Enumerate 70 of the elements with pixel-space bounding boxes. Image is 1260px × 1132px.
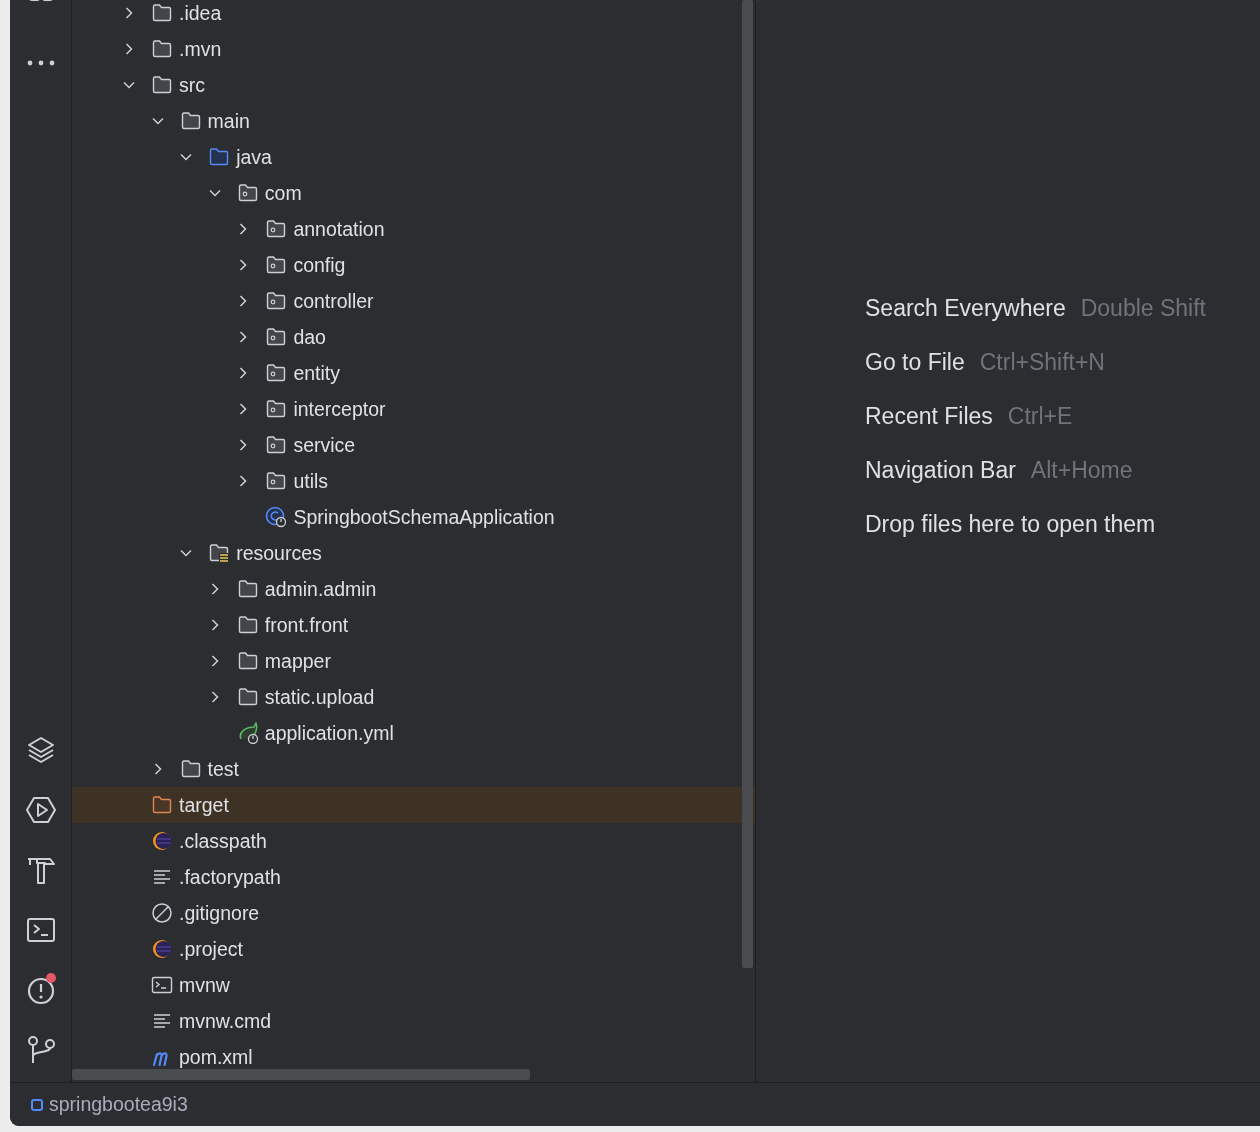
hint-text: Go to File — [865, 348, 965, 376]
tree-item-label[interactable]: .idea — [179, 1, 222, 25]
hint-text: Recent Files — [865, 402, 993, 430]
folder-icon — [151, 38, 173, 60]
tree-item-label[interactable]: annotation — [293, 217, 385, 241]
tree-item-label[interactable]: resources — [236, 541, 322, 565]
package-icon — [265, 434, 288, 456]
hint-text: Navigation Bar — [865, 456, 1016, 484]
tree-item-label[interactable]: entity — [293, 361, 340, 385]
folder-icon — [236, 650, 259, 672]
package-icon — [265, 362, 288, 384]
hint-text: Drop files here to open them — [865, 510, 1156, 538]
tree-item-label[interactable]: config — [293, 253, 346, 277]
tree-item-label[interactable]: .factorypath — [179, 865, 281, 889]
tree-item-label[interactable]: src — [179, 73, 205, 97]
shortcut-text: Double Shift — [1080, 294, 1206, 322]
tree-item-label[interactable]: .gitignore — [179, 901, 260, 925]
folder-icon — [236, 578, 259, 600]
tree-item-label[interactable]: .classpath — [179, 829, 267, 853]
tree-item-label[interactable]: static.upload — [264, 685, 375, 709]
shortcut-text: Ctrl+E — [1007, 402, 1073, 430]
folder-icon — [236, 686, 259, 708]
folder-icon — [208, 146, 231, 168]
hint-text: Search Everywhere — [865, 294, 1066, 322]
eclipse-icon — [151, 938, 173, 960]
tree-item-label[interactable]: application.yml — [264, 721, 394, 745]
tree-item-label[interactable]: mapper — [264, 649, 331, 673]
tree-item-label[interactable]: SpringbootSchemaApplication — [293, 505, 555, 529]
tree-item-label[interactable]: mvnw.cmd — [179, 1009, 272, 1033]
project-name[interactable]: springbootea9i3 — [49, 1093, 188, 1116]
folder-icon — [151, 794, 173, 816]
package-icon — [265, 398, 288, 420]
folder-icon — [179, 110, 202, 132]
eclipse-icon — [151, 830, 173, 852]
tree-item-label[interactable]: test — [207, 757, 240, 781]
tree-item-label[interactable]: mvnw — [179, 973, 230, 997]
scrollbar[interactable] — [72, 1069, 530, 1080]
shortcut-text: Alt+Home — [1030, 456, 1133, 484]
folder-icon — [236, 614, 259, 636]
tree-item-label[interactable]: .mvn — [179, 37, 222, 61]
terminal-file-icon — [151, 974, 173, 996]
tree-item-label[interactable]: java — [236, 145, 272, 169]
tree-item-label[interactable]: controller — [293, 289, 374, 313]
tree-item-label[interactable]: dao — [293, 325, 326, 349]
tree-item-label[interactable]: interceptor — [293, 397, 386, 421]
folder-icon — [151, 2, 173, 24]
folder-icon — [179, 758, 202, 780]
package-icon — [265, 254, 288, 276]
ignore-file-icon — [151, 902, 173, 924]
tree-item-label[interactable]: main — [207, 109, 250, 133]
class-icon — [265, 506, 288, 528]
package-icon — [236, 182, 259, 204]
tree-item-label[interactable]: admin.admin — [264, 577, 377, 601]
shortcut-text: Ctrl+Shift+N — [979, 348, 1105, 376]
package-icon — [265, 470, 288, 492]
tree-item-label[interactable]: utils — [293, 469, 329, 493]
package-icon — [265, 326, 288, 348]
tree-item-label[interactable]: .project — [179, 937, 243, 961]
project-icon — [31, 1098, 43, 1111]
package-icon — [265, 290, 288, 312]
tree-item-label[interactable]: target — [179, 793, 229, 817]
tree-item-label[interactable]: pom.xml — [179, 1045, 253, 1069]
tree-item-label[interactable]: front.front — [264, 613, 349, 637]
resources-folder-icon — [208, 542, 231, 564]
package-icon — [265, 218, 288, 240]
folder-icon — [151, 74, 173, 96]
scrollbar[interactable] — [742, 0, 753, 968]
tree-item-label[interactable]: com — [264, 181, 302, 205]
tree-item-label[interactable]: service — [293, 433, 356, 457]
selected-row[interactable]: target — [72, 787, 755, 823]
